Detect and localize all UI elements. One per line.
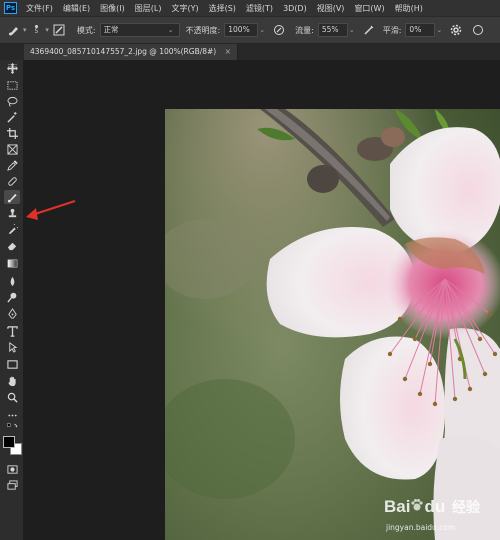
menu-edit[interactable]: 编辑(E) [58,3,95,14]
document-tab-title: 4369400_085710147557_2.jpg @ 100%(RGB/8#… [30,47,217,56]
watermark-url: jingyan.baidu.com [386,523,456,532]
close-icon[interactable]: × [225,47,231,56]
menu-help[interactable]: 帮助(H) [390,3,428,14]
baidu-logo: Bai du 经验 [384,497,480,517]
blur-tool-icon[interactable] [4,274,20,288]
move-tool-icon[interactable] [4,61,20,75]
menu-filter[interactable]: 滤镜(T) [241,3,278,14]
opacity-field[interactable]: 100% [224,23,259,37]
eyedropper-tool-icon[interactable] [4,158,20,172]
eraser-tool-icon[interactable] [4,238,20,252]
options-bar: ▾ 5 ▾ 模式: 正常 ⌄ 不透明度: 100% ⌄ 流量: 55% ⌄ 平滑… [0,16,500,44]
mode-value: 正常 [103,25,119,34]
document-tab-bar: 4369400_085710147557_2.jpg @ 100%(RGB/8#… [24,44,500,60]
brush-panel-icon[interactable] [51,22,67,38]
zoom-tool-icon[interactable] [4,390,20,404]
opacity-dropdown-icon[interactable]: ⌄ [259,26,265,34]
document-tab[interactable]: 4369400_085710147557_2.jpg @ 100%(RGB/8#… [24,44,238,60]
airbrush-icon[interactable] [361,22,377,38]
smoothing-dropdown-icon[interactable]: ⌄ [436,26,442,34]
brush-tool-icon[interactable] [4,190,20,204]
tools-panel [0,60,24,540]
path-selection-tool-icon[interactable] [4,340,20,354]
opacity-value: 100% [228,25,250,34]
jingyan-text: 经验 [451,499,480,515]
menu-3d[interactable]: 3D(D) [278,4,312,13]
dodge-tool-icon[interactable] [4,290,20,304]
hand-tool-icon[interactable] [4,374,20,388]
pressure-opacity-icon[interactable] [271,22,287,38]
tool-preset-dropdown-icon[interactable]: ▾ [23,26,27,34]
chevron-down-icon: ⌄ [167,26,174,34]
smoothing-label: 平滑: [382,25,402,35]
baidu-brand-text: Bai [384,497,411,516]
brush-tool-preset-icon[interactable] [6,22,22,38]
document-image[interactable] [165,109,500,540]
mode-select[interactable]: 正常 ⌄ [99,23,180,37]
pen-tool-icon[interactable] [4,306,20,320]
symmetry-icon[interactable] [470,22,486,38]
menu-type[interactable]: 文字(Y) [166,3,203,14]
screen-mode-icon[interactable] [4,478,20,492]
menu-bar: Ps 文件(F) 编辑(E) 图像(I) 图层(L) 文字(Y) 选择(S) 滤… [0,0,500,16]
menu-file[interactable]: 文件(F) [21,3,58,14]
crop-tool-icon[interactable] [4,126,20,140]
menu-image[interactable]: 图像(I) [95,3,130,14]
default-colors-icon[interactable] [4,422,20,430]
paw-icon [410,497,424,517]
photoshop-logo: Ps [4,2,17,14]
gear-icon[interactable] [448,22,464,38]
type-tool-icon[interactable] [4,324,20,338]
annotation-arrow [26,199,76,220]
mode-label: 模式: [76,25,96,35]
clone-stamp-tool-icon[interactable] [4,206,20,220]
brush-size-picker[interactable]: 5 [34,25,39,35]
menu-window[interactable]: 窗口(W) [349,3,389,14]
history-brush-tool-icon[interactable] [4,222,20,236]
smoothing-value: 0% [409,25,422,34]
smoothing-field[interactable]: 0% [405,23,436,37]
marquee-tool-icon[interactable] [4,78,20,92]
opacity-label: 不透明度: [185,25,221,35]
baidu-jingyan-watermark: Bai du 经验 jingyan.baidu.com [380,495,500,540]
gradient-tool-icon[interactable] [4,256,20,270]
baidu-brand-text-2: du [424,497,446,516]
frame-tool-icon[interactable] [4,142,20,156]
brush-size-value: 5 [34,28,39,35]
flow-value: 55% [321,25,339,34]
color-swatches[interactable] [3,436,22,455]
magic-wand-tool-icon[interactable] [4,110,20,124]
rectangle-tool-icon[interactable] [4,357,20,371]
flow-label: 流量: [295,25,314,35]
menu-layer[interactable]: 图层(L) [130,3,167,14]
healing-brush-tool-icon[interactable] [4,174,20,188]
flower-photo [165,109,500,540]
foreground-color-swatch[interactable] [3,436,15,448]
menu-view[interactable]: 视图(V) [312,3,350,14]
flow-field[interactable]: 55% [317,23,348,37]
lasso-tool-icon[interactable] [4,94,20,108]
flow-dropdown-icon[interactable]: ⌄ [349,26,355,34]
brush-dropdown-icon[interactable]: ▾ [45,26,49,34]
quick-mask-icon[interactable] [4,462,20,476]
menu-select[interactable]: 选择(S) [204,3,241,14]
